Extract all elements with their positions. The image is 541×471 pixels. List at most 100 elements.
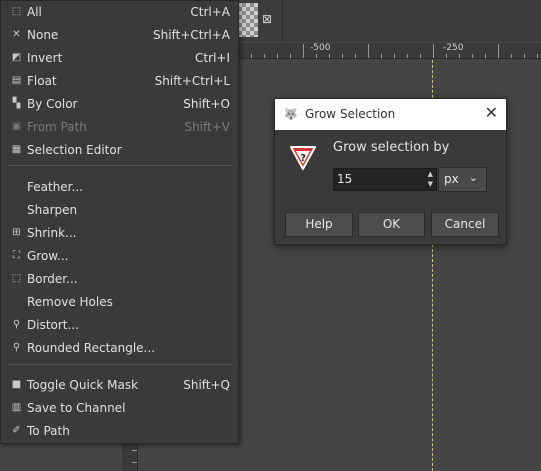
ruler-tick (290, 54, 291, 58)
menu-item-distort[interactable]: ⚲ Distort... (1, 314, 238, 336)
menu-item-rounded-rectangle[interactable]: ⚲ Rounded Rectangle... (1, 337, 238, 359)
menu-item-label: Border... (27, 272, 78, 286)
menu-item-label: Selection Editor (27, 143, 122, 157)
cancel-button[interactable]: Cancel (431, 212, 499, 237)
menu-item-remove-holes[interactable]: Remove Holes (1, 291, 238, 313)
dialog-titlebar[interactable]: 🐺 Grow Selection ✕ (275, 99, 506, 130)
ruler-label: -500 (310, 43, 331, 53)
ruler-tick (303, 44, 304, 58)
grow-selection-dialog: 🐺 Grow Selection ✕ ? Grow selection by 1… (274, 98, 507, 245)
menu-item-label: From Path (27, 120, 87, 134)
ruler-tick (251, 54, 252, 58)
unit-dropdown[interactable]: px ⌄ (438, 167, 487, 192)
menu-item-invert[interactable]: ◩ Invert Ctrl+I (1, 47, 238, 69)
menu-item-label: Invert (27, 51, 63, 65)
menu-item-from-path[interactable]: ▣ From Path Shift+V (1, 116, 238, 138)
chevron-down-icon: ⌄ (468, 171, 478, 184)
image-tab-thumbnail[interactable] (238, 3, 258, 37)
horizontal-ruler[interactable]: -500 -250 (236, 43, 541, 59)
ruler-tick (368, 44, 369, 58)
ruler-tick (537, 54, 538, 58)
menu-item-label: All (27, 5, 42, 19)
menu-item-save-to-channel[interactable]: ▥ Save to Channel (1, 397, 238, 419)
menu-item-label: Save to Channel (27, 401, 126, 415)
by-color-icon: ▚ (12, 98, 21, 109)
menu-item-label: Shrink... (27, 226, 77, 240)
invert-icon: ◩ (11, 52, 22, 63)
menu-item-label: Grow... (27, 249, 69, 263)
from-path-icon: ▣ (11, 121, 22, 132)
menu-item-shrink[interactable]: ⊞ Shrink... (1, 222, 238, 244)
grow-icon: ⛶ (13, 250, 20, 261)
menu-item-label: Toggle Quick Mask (27, 378, 139, 392)
ruler-tick (524, 54, 525, 58)
menu-item-label: Distort... (27, 318, 79, 332)
float-icon: ▤ (11, 75, 22, 86)
svg-text:?: ? (300, 153, 306, 164)
ruler-tick (277, 54, 278, 58)
tab-close-icon[interactable]: ⊠ (262, 11, 272, 27)
ruler-tick (511, 54, 512, 58)
menu-separator (7, 364, 233, 365)
menu-item-shortcut: Shift+V (184, 120, 230, 134)
distort-icon: ⚲ (12, 319, 21, 330)
menu-item-shortcut: Shift+Q (183, 378, 230, 392)
menu-item-selection-editor[interactable]: ▦ Selection Editor (1, 139, 238, 161)
menu-item-label: By Color (27, 97, 78, 111)
menu-item-shortcut: Ctrl+A (190, 5, 230, 19)
vertical-ruler[interactable] (122, 442, 138, 471)
menu-item-grow[interactable]: ⛶ Grow... (1, 245, 238, 267)
menu-item-label: Float (27, 74, 57, 88)
ok-button[interactable]: OK (358, 212, 425, 237)
menu-item-none[interactable]: ✕ None Shift+Ctrl+A (1, 24, 238, 46)
menu-item-label: Feather... (27, 180, 83, 194)
dialog-title: Grow Selection (305, 107, 396, 121)
menu-item-label: To Path (27, 424, 70, 438)
menu-item-all[interactable]: ⬚ All Ctrl+A (1, 1, 238, 23)
menu-item-label: Rounded Rectangle... (27, 341, 156, 355)
menu-item-toggle-quick-mask[interactable]: ■ Toggle Quick Mask Shift+Q (1, 374, 238, 396)
spin-up-icon[interactable]: ▲ (428, 170, 433, 179)
help-button[interactable]: Help (285, 212, 353, 237)
rounded-rectangle-icon: ⚲ (12, 342, 21, 353)
shrink-icon: ⊞ (12, 227, 21, 238)
select-menu: ⬚ All Ctrl+A ✕ None Shift+Ctrl+A ◩ Invert Ctrl+I… (0, 0, 239, 444)
menu-item-sharpen[interactable]: Sharpen (1, 199, 238, 221)
spin-down-icon[interactable]: ▼ (428, 180, 433, 189)
menu-item-float[interactable]: ▤ Float Shift+Ctrl+L (1, 70, 238, 92)
select-all-icon: ⬚ (11, 6, 22, 17)
ruler-tick (132, 462, 137, 463)
ruler-tick (381, 54, 382, 58)
ruler-tick (420, 54, 421, 58)
ruler-tick (446, 54, 447, 58)
ruler-tick (132, 450, 137, 451)
ruler-tick (498, 44, 499, 58)
ruler-tick (459, 54, 460, 58)
border-icon: ⬚ (11, 273, 22, 284)
menu-item-shortcut: Ctrl+I (195, 51, 230, 65)
ruler-tick (342, 54, 343, 58)
menu-item-label: Remove Holes (27, 295, 113, 309)
menu-item-border[interactable]: ⬚ Border... (1, 268, 238, 290)
selection-editor-icon: ▦ (11, 144, 22, 155)
ruler-tick (407, 54, 408, 58)
select-none-icon: ✕ (12, 29, 21, 40)
dialog-prompt: Grow selection by (333, 140, 450, 155)
menu-separator (7, 165, 233, 166)
menu-item-to-path[interactable]: ✐ To Path (1, 420, 238, 442)
gimp-icon: 🐺 (284, 108, 298, 121)
menu-item-by-color[interactable]: ▚ By Color Shift+O (1, 93, 238, 115)
quick-mask-icon: ■ (11, 379, 22, 390)
ruler-tick (472, 54, 473, 58)
warning-icon: ? (290, 146, 316, 170)
tab-separator (282, 0, 283, 42)
menu-item-feather[interactable]: Feather... (1, 176, 238, 198)
ruler-tick (316, 54, 317, 58)
to-path-icon: ✐ (12, 425, 21, 436)
ruler-tick (329, 54, 330, 58)
grow-amount-value[interactable]: 15 (337, 172, 352, 186)
grow-amount-spinbutton[interactable]: 15 ▲ ▼ (333, 168, 437, 191)
menu-item-shortcut: Shift+Ctrl+A (153, 28, 230, 42)
save-channel-icon: ▥ (11, 402, 22, 413)
close-icon[interactable]: ✕ (485, 104, 498, 122)
